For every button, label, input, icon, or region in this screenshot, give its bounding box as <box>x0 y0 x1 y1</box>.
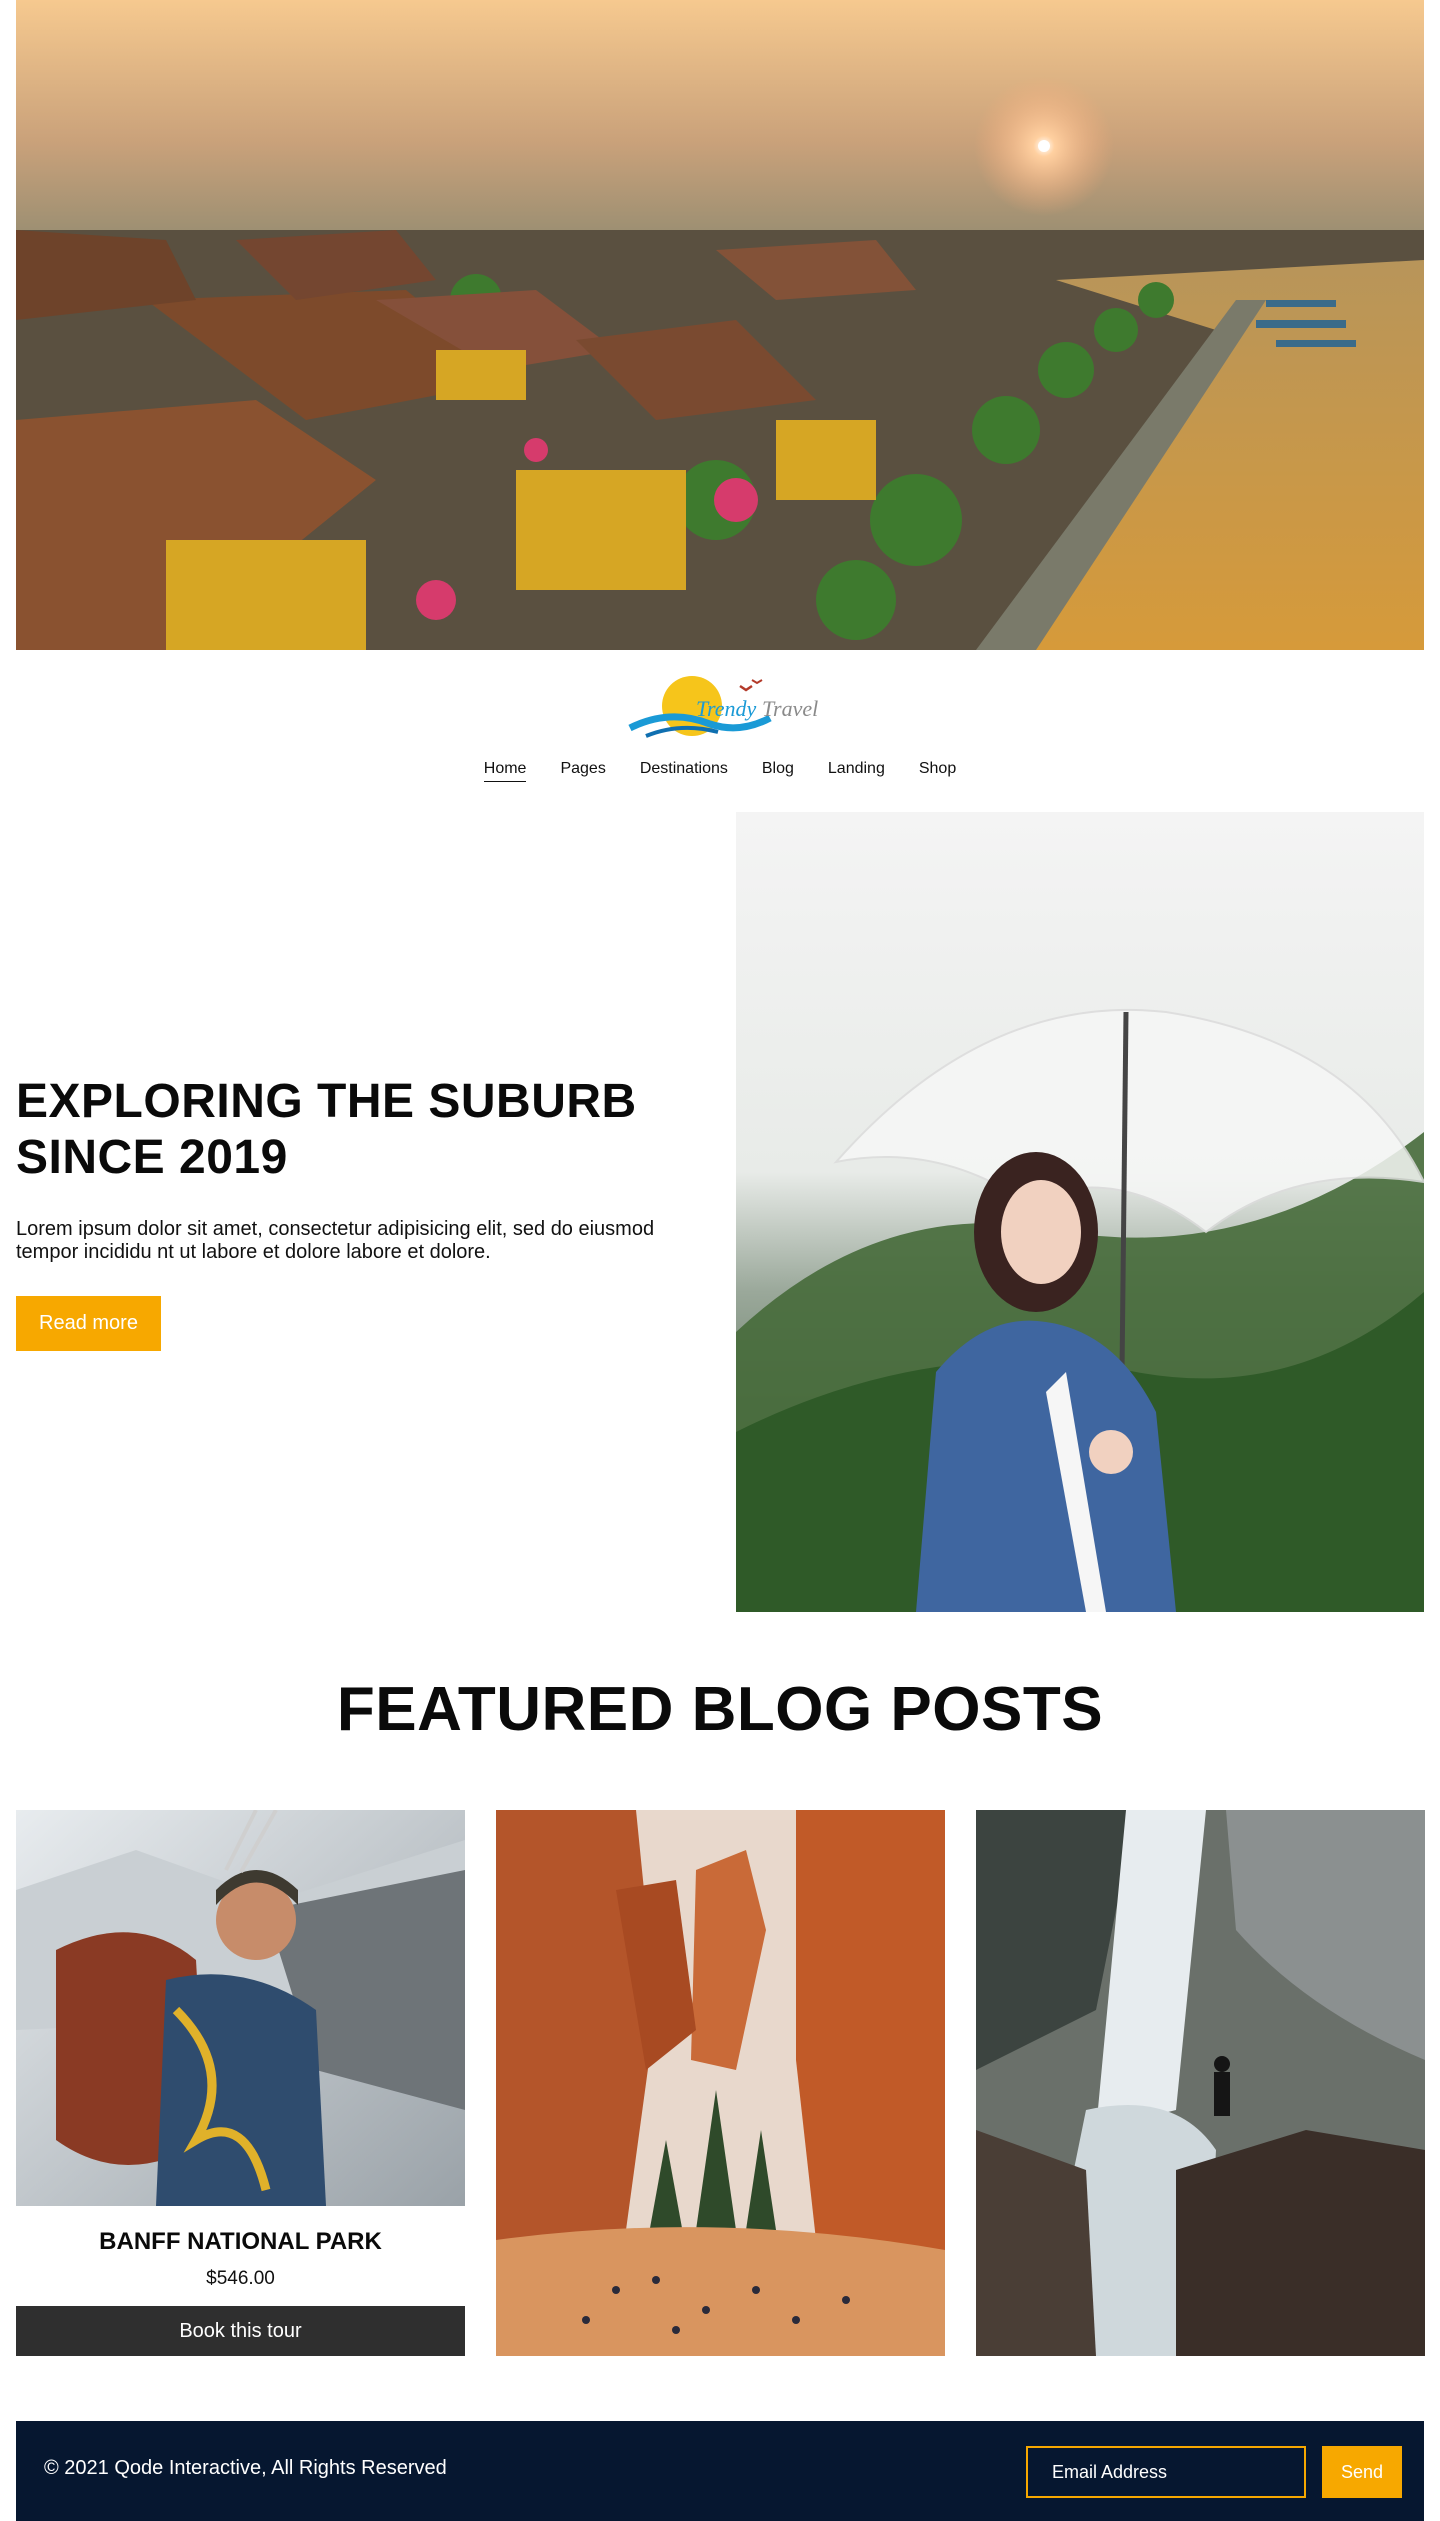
page: Trendy Travel Home Pages Destinations Bl… <box>0 0 1440 2521</box>
nav-item-shop[interactable]: Shop <box>919 760 956 782</box>
nav-item-destinations[interactable]: Destinations <box>640 760 728 782</box>
nav-item-home[interactable]: Home <box>483 760 527 782</box>
main-nav: Home Pages Destinations Blog Landing Sho… <box>0 760 1440 782</box>
footer-copyright: © 2021 Qode Interactive, All Rights Rese… <box>44 2457 447 2479</box>
intro-body-text: Lorem ipsum dolor sit amet, consectetur … <box>16 1218 655 1263</box>
nav-item-pages[interactable]: Pages <box>560 760 605 782</box>
card-title: BANFF NATIONAL PARK <box>99 2228 382 2255</box>
blog-card[interactable] <box>496 1810 945 2356</box>
card-image-waterfall <box>976 1810 1425 2356</box>
intro-section: EXPLORING THE SUBURB SINCE 2019 Lorem ip… <box>16 1074 696 1351</box>
card-image-canyon <box>496 1810 945 2356</box>
book-tour-button[interactable]: Book this tour <box>16 2306 465 2356</box>
blog-card[interactable] <box>976 1810 1425 2356</box>
intro-heading-line1: EXPLORING THE SUBURB <box>16 1075 637 1128</box>
intro-heading: EXPLORING THE SUBURB SINCE 2019 <box>16 1074 696 1186</box>
newsletter-email-input[interactable] <box>1026 2446 1306 2498</box>
card-price: $546.00 <box>206 2268 275 2289</box>
intro-heading-line2: SINCE 2019 <box>16 1131 288 1184</box>
featured-heading: FEATURED BLOG POSTS <box>336 1675 1104 1744</box>
footer: © 2021 Qode Interactive, All Rights Rese… <box>16 2421 1424 2521</box>
newsletter-send-button[interactable]: Send <box>1322 2446 1402 2498</box>
read-more-button[interactable]: Read more <box>16 1296 161 1351</box>
logo-text-trendy: Trendy <box>696 696 757 721</box>
card-image-hiker <box>16 1810 465 2206</box>
logo-text-travel: Travel <box>762 696 818 721</box>
brand-logo[interactable]: Trendy Travel <box>610 666 830 746</box>
nav-item-blog[interactable]: Blog <box>762 760 794 782</box>
blog-card[interactable]: BANFF NATIONAL PARK $546.00 Book this to… <box>16 1810 465 2356</box>
intro-photo <box>736 812 1424 1612</box>
hero-image <box>16 0 1424 650</box>
nav-item-landing[interactable]: Landing <box>828 760 885 782</box>
